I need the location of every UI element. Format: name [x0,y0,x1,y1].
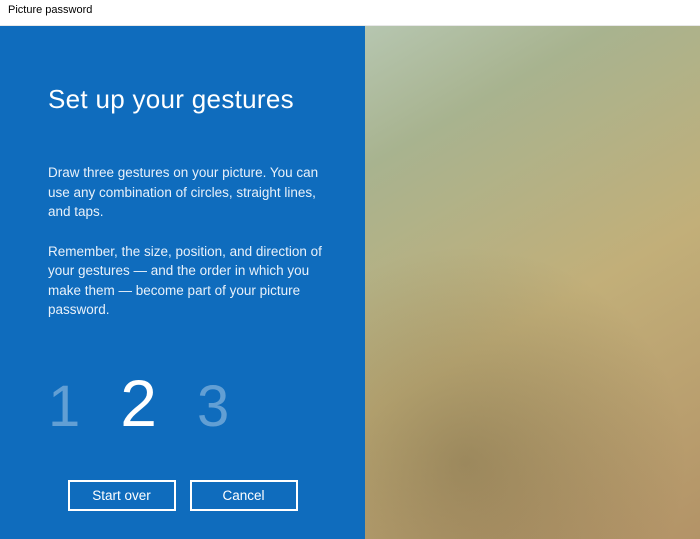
instruction-paragraph-2: Remember, the size, position, and direct… [48,242,323,320]
step-1: 1 [48,378,80,436]
cancel-button[interactable]: Cancel [190,480,298,511]
content-area: Set up your gestures Draw three gestures… [0,26,700,539]
panel-heading: Set up your gestures [48,84,323,115]
step-3: 3 [197,378,229,436]
instruction-paragraph-1: Draw three gestures on your picture. You… [48,163,323,222]
step-2: 2 [120,370,157,436]
instruction-panel: Set up your gestures Draw three gestures… [0,26,365,539]
step-indicator: 1 2 3 [48,370,323,436]
start-over-button[interactable]: Start over [68,480,176,511]
gesture-picture-area[interactable] [365,26,700,539]
window-title: Picture password [0,0,700,26]
button-row: Start over Cancel [0,480,365,511]
